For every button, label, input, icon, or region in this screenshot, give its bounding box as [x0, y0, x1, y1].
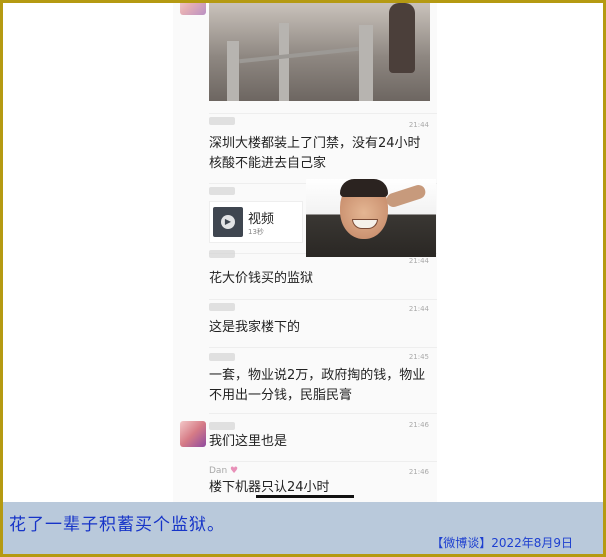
person-silhouette — [389, 3, 415, 73]
shared-photo-turnstiles[interactable] — [209, 3, 430, 101]
message-time: 21:44 — [408, 257, 429, 265]
video-duration: 13秒 — [248, 228, 264, 236]
message-time: 21:46 — [408, 468, 429, 476]
video-message[interactable]: ▶ 视频 13秒 — [209, 201, 303, 243]
source-credit: 【微博谈】2022年8月9日 — [431, 536, 573, 550]
reaction-meme-image — [306, 179, 436, 257]
avatar[interactable] — [180, 421, 206, 447]
divider — [209, 113, 437, 114]
highlight-underline — [256, 495, 354, 498]
sender-name-blurred — [209, 117, 235, 125]
turnstile-post — [279, 23, 289, 101]
divider — [209, 299, 437, 300]
divider — [209, 413, 437, 414]
turnstile-post — [359, 25, 373, 101]
turnstile-post — [227, 41, 239, 101]
sender-name-blurred — [209, 250, 235, 258]
video-thumbnail: ▶ — [213, 207, 243, 237]
message-time: 21:45 — [408, 353, 429, 361]
message-text: 我们这里也是 — [209, 434, 288, 449]
message-text: 这是我家楼下的 — [209, 320, 301, 335]
divider — [209, 461, 437, 462]
hair — [340, 179, 388, 197]
heart-icon: ♥ — [230, 466, 239, 476]
sender-name-blurred — [209, 187, 235, 195]
caption-text: 花了一辈子积蓄买个监狱。 — [9, 515, 225, 535]
sender-name-blurred — [209, 353, 235, 361]
arm — [384, 183, 428, 209]
avatar — [180, 3, 206, 15]
sender-name: Dan ♥ — [209, 466, 238, 476]
play-icon: ▶ — [221, 215, 235, 229]
turnstile-arm — [239, 46, 359, 64]
screenshot-frame: 21:44 深圳大楼都装上了门禁，没有24小时核酸不能进去自己家 ▶ 视频 13… — [3, 3, 603, 554]
sender-name-blurred — [209, 303, 235, 311]
message-text: 深圳大楼都装上了门禁，没有24小时核酸不能进去自己家 — [209, 136, 421, 171]
message-time: 21:44 — [408, 305, 429, 313]
sender-name-blurred — [209, 422, 235, 430]
message-text: 花大价钱买的监狱 — [209, 271, 314, 286]
divider — [209, 347, 437, 348]
caption-bar: 花了一辈子积蓄买个监狱。 【微博谈】2022年8月9日 — [3, 502, 603, 554]
message-time: 21:44 — [408, 121, 429, 129]
message-text: 一套，物业说2万，政府掏的钱，物业不用出一分钱，民脂民膏 — [209, 368, 426, 403]
message-time: 21:46 — [408, 421, 429, 429]
video-label: 视频 — [248, 212, 275, 227]
sender-name-text: Dan — [209, 466, 228, 476]
